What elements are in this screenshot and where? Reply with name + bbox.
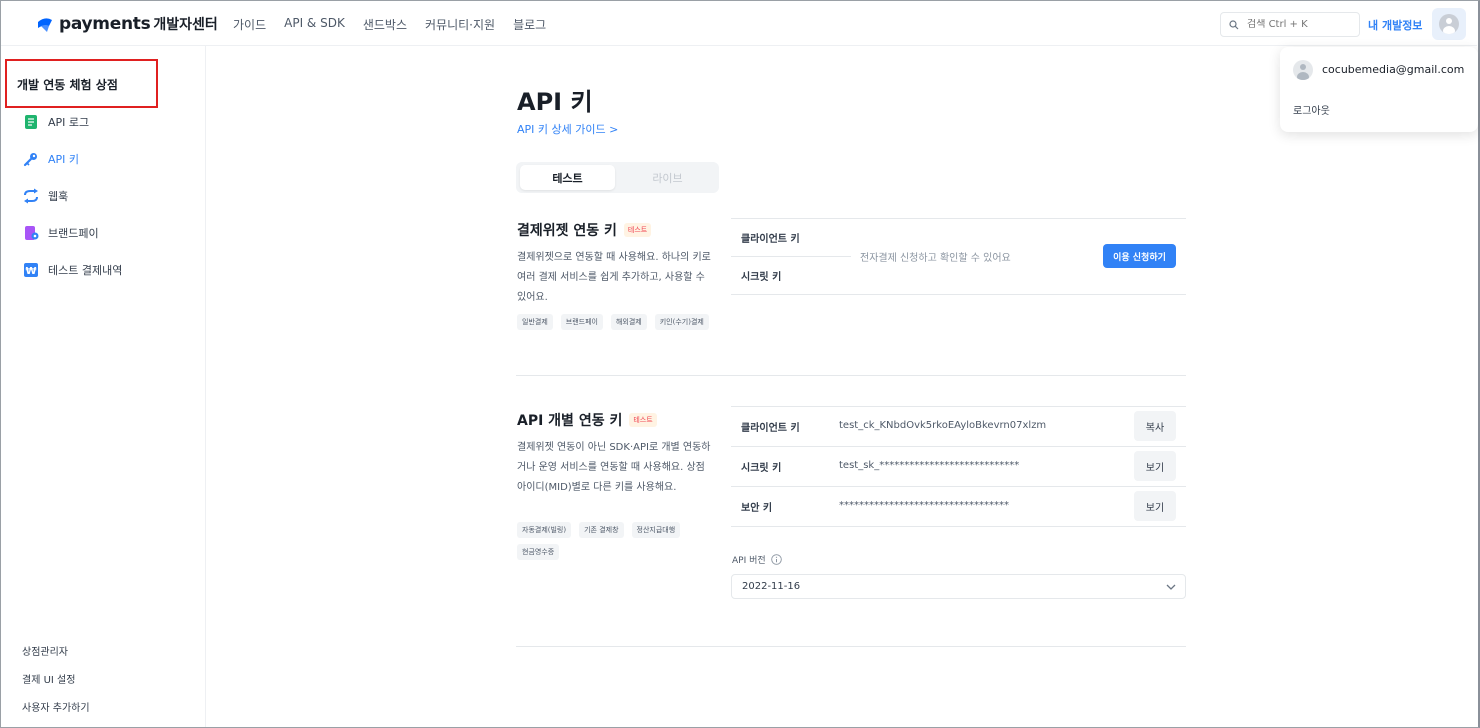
tag: 해외결제 xyxy=(610,314,647,330)
nav-menu: 가이드 API & SDK 샌드박스 커뮤니티·지원 블로그 xyxy=(233,16,546,33)
logout-menu-item[interactable]: 로그아웃 xyxy=(1293,102,1330,117)
divider xyxy=(731,446,1186,447)
api-version-value: 2022-11-16 xyxy=(742,581,801,592)
window-frame xyxy=(0,0,1480,728)
widget-tags: 일반결제 브랜드페이 해외결제 키인(수기)결제 xyxy=(517,314,717,330)
tag: 현금영수증 xyxy=(517,544,560,560)
tab-test[interactable]: 테스트 xyxy=(520,165,615,190)
copy-client-key-button[interactable]: 복사 xyxy=(1134,411,1176,441)
api-tags: 자동결제(빌링) 기존 결제창 정산지급대행 현금영수증 xyxy=(517,522,717,560)
apply-button[interactable]: 이용 신청하기 xyxy=(1103,244,1176,268)
section-divider xyxy=(516,646,1186,647)
nav-item-api-sdk[interactable]: API & SDK xyxy=(284,16,345,33)
sidebar-item-api-log[interactable]: API 로그 xyxy=(23,112,89,132)
nav-item-blog[interactable]: 블로그 xyxy=(513,16,546,33)
api-section-desc: 결제위젯 연동이 아닌 SDK·API로 개별 연동하거나 운영 서비스를 연동… xyxy=(517,442,711,493)
sidebar-link-payment-ui[interactable]: 결제 UI 설정 xyxy=(22,671,75,686)
tag: 기존 결제창 xyxy=(579,522,624,538)
tag: 정산지급대행 xyxy=(631,522,681,538)
page-title: API 키 xyxy=(517,88,593,116)
show-secret-key-button[interactable]: 보기 xyxy=(1134,451,1176,481)
show-security-key-button[interactable]: 보기 xyxy=(1134,491,1176,521)
sidebar-link-add-user[interactable]: 사용자 추가하기 xyxy=(22,699,90,714)
test-badge: 테스트 xyxy=(623,223,652,237)
brand-logo[interactable]: payments 개발자센터 xyxy=(35,14,218,34)
tab-live[interactable]: 라이브 xyxy=(620,165,715,190)
divider xyxy=(731,294,1186,295)
divider xyxy=(731,526,1186,527)
search-box[interactable] xyxy=(1220,12,1360,37)
sidebar: 개발 연동 체험 상점 API 로그 API 키 웹훅 브랜드페이 ₩ 테스트 … xyxy=(1,46,206,727)
brandpay-icon xyxy=(25,226,39,240)
avatar-icon xyxy=(1439,14,1459,34)
api-version-select[interactable]: 2022-11-16 xyxy=(731,574,1186,599)
brand-sub: 개발자센터 xyxy=(153,17,218,33)
document-list-icon xyxy=(25,115,37,129)
widget-section-desc: 결제위젯으로 연동할 때 사용해요. 하나의 키로 여러 결제 서비스를 쉽게 … xyxy=(517,252,711,303)
divider xyxy=(731,406,1186,407)
sidebar-item-label: 웹훅 xyxy=(48,190,69,203)
sidebar-item-label: 테스트 결제내역 xyxy=(48,264,123,277)
api-version-label-text: API 버전 xyxy=(732,556,766,566)
api-section-title: API 개별 연동 키 테스트 xyxy=(517,410,657,430)
sidebar-item-test-payments[interactable]: ₩ 테스트 결제내역 xyxy=(23,260,122,280)
brand-logo-icon xyxy=(38,18,52,32)
api-client-key-value: test_ck_KNbdOvk5rkoEAyloBkevrn07xlzm xyxy=(839,420,1047,431)
tag: 일반결제 xyxy=(517,314,553,330)
key-icon xyxy=(23,153,37,167)
api-security-key-value: ********************************** xyxy=(839,500,1009,511)
api-secret-key-value: test_sk_**************************** xyxy=(839,460,1020,471)
widget-section-title: 결제위젯 연동 키 테스트 xyxy=(517,220,652,240)
sidebar-item-label: API 로그 xyxy=(48,116,90,129)
test-badge: 테스트 xyxy=(629,413,657,427)
user-avatar-icon xyxy=(1293,60,1313,80)
env-toggle: 테스트 라이브 xyxy=(516,162,719,193)
avatar-button[interactable] xyxy=(1432,8,1466,40)
my-dev-info-link[interactable]: 내 개발정보 xyxy=(1368,17,1422,33)
brand-name: payments xyxy=(59,14,151,34)
store-name[interactable]: 개발 연동 체험 상점 xyxy=(5,59,158,108)
tag: 브랜드페이 xyxy=(560,314,603,330)
section-divider xyxy=(516,375,1186,376)
api-section-title-text: API 개별 연동 키 xyxy=(517,413,623,429)
svg-text:₩: ₩ xyxy=(25,266,36,277)
divider xyxy=(731,256,851,257)
api-client-key-label: 클라이언트 키 xyxy=(741,423,800,434)
sidebar-item-label: API 키 xyxy=(48,153,80,166)
widget-client-key-label: 클라이언트 키 xyxy=(741,234,800,245)
widget-secret-key-label: 시크릿 키 xyxy=(741,272,782,283)
widget-section-title-text: 결제위젯 연동 키 xyxy=(517,223,617,239)
api-security-key-label: 보안 키 xyxy=(741,503,773,514)
info-icon[interactable] xyxy=(770,554,782,565)
sidebar-link-store-admin[interactable]: 상점관리자 xyxy=(22,643,68,658)
nav-item-guide[interactable]: 가이드 xyxy=(233,16,266,33)
search-icon xyxy=(1229,19,1239,29)
tag: 키인(수기)결제 xyxy=(654,314,709,330)
tag: 자동결제(빌링) xyxy=(517,522,572,538)
sidebar-item-api-key[interactable]: API 키 xyxy=(23,149,79,169)
nav-item-community[interactable]: 커뮤니티·지원 xyxy=(425,16,495,33)
divider xyxy=(731,486,1186,487)
sidebar-item-webhook[interactable]: 웹훅 xyxy=(23,186,68,206)
account-dropdown: cocubemedia@gmail.com 로그아웃 xyxy=(1280,47,1478,132)
widget-info-text: 전자결제 신청하고 확인할 수 있어요 xyxy=(860,253,1011,264)
api-key-guide-link[interactable]: API 키 상세 가이드 > xyxy=(517,121,618,137)
api-secret-key-label: 시크릿 키 xyxy=(741,463,782,474)
divider xyxy=(731,218,1186,219)
search-input[interactable] xyxy=(1247,19,1347,30)
sync-icon xyxy=(24,188,38,204)
top-nav: payments 개발자센터 가이드 API & SDK 샌드박스 커뮤니티·지… xyxy=(1,1,1477,46)
sidebar-item-brandpay[interactable]: 브랜드페이 xyxy=(23,223,99,243)
chevron-down-icon xyxy=(1166,584,1176,590)
nav-item-sandbox[interactable]: 샌드박스 xyxy=(363,16,407,33)
api-version-label: API 버전 xyxy=(732,553,782,566)
won-receipt-icon: ₩ xyxy=(24,263,38,277)
sidebar-item-label: 브랜드페이 xyxy=(48,227,99,240)
account-email: cocubemedia@gmail.com xyxy=(1322,63,1465,76)
